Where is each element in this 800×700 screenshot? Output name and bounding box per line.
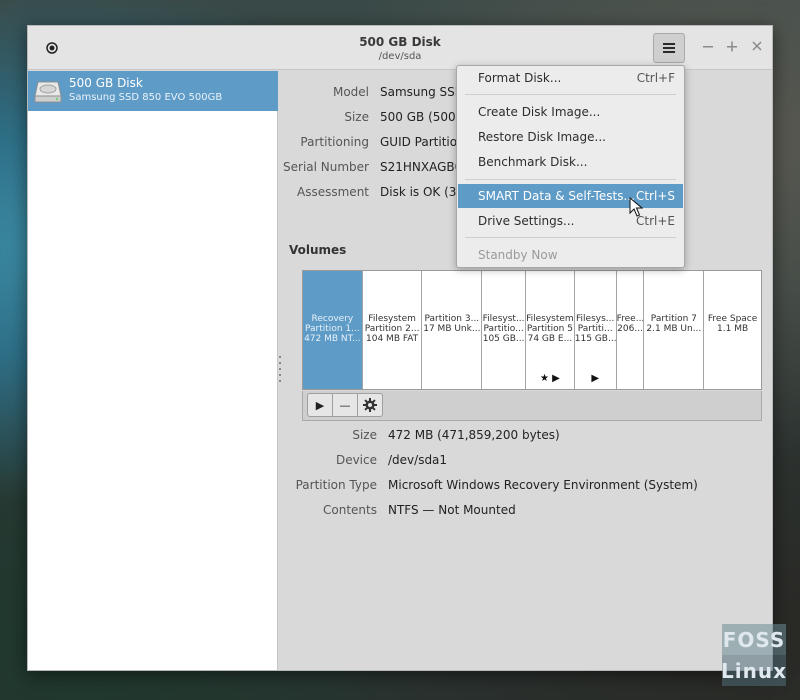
site-watermark-logo: FOSS Linux	[721, 624, 786, 686]
mount-button[interactable]: ▶	[307, 393, 333, 417]
minimize-icon	[703, 46, 713, 48]
watermark-line-2: Linux	[721, 655, 786, 686]
mouse-pointer-icon	[629, 197, 643, 217]
contents-value: NTFS — Not Mounted	[388, 503, 516, 517]
segment-line: 206...	[617, 324, 643, 334]
segment-line: Filesystem	[368, 314, 416, 324]
size-label: Size	[344, 110, 369, 124]
play-icon: ▶	[315, 398, 325, 412]
menu-item-label: Format Disk...	[478, 71, 562, 85]
segment-line: Free Space	[707, 314, 758, 324]
drive-menu-button[interactable]	[653, 33, 685, 63]
title-bar: 500 GB Disk /dev/sda	[28, 26, 772, 70]
segment-line: Partition 7	[650, 314, 697, 324]
delete-partition-button[interactable]: —	[332, 393, 358, 417]
segment-line: 105 GB...	[482, 334, 525, 344]
maximize-button[interactable]	[724, 38, 740, 56]
serial-number-label: Serial Number	[283, 160, 369, 174]
sidebar-disk-name: 500 GB Disk	[69, 76, 143, 90]
mounted-play-marks: ★ ▶	[539, 373, 560, 384]
menu-separator	[465, 237, 676, 238]
menu-item-benchmark-disk[interactable]: Benchmark Disk...	[458, 150, 683, 174]
volume-segment[interactable]: Free Space 1.1 MB	[704, 271, 761, 389]
menu-item-label: Standby Now	[478, 248, 558, 262]
menu-item-smart-data[interactable]: SMART Data & Self-Tests... Ctrl+S	[458, 184, 683, 208]
partition-type-value: Microsoft Windows Recovery Environment (…	[388, 478, 698, 492]
gear-icon	[363, 398, 377, 412]
segment-line: 1.1 MB	[717, 324, 749, 334]
assessment-value: Disk is OK (32	[380, 185, 465, 199]
segment-line: Partiti...	[577, 324, 613, 334]
menu-item-restore-disk-image[interactable]: Restore Disk Image...	[458, 125, 683, 149]
volume-segment[interactable]: Partition 3... 17 MB Unk...	[422, 271, 483, 389]
model-value: Samsung SSD	[380, 85, 465, 99]
partition-size-value: 472 MB (471,859,200 bytes)	[388, 428, 560, 442]
size-value: 500 GB (500,1	[380, 110, 468, 124]
menu-item-shortcut: Ctrl+F	[636, 71, 675, 85]
volume-segment[interactable]: Filesystem Partition 5 74 GB E... ★ ▶	[526, 271, 575, 389]
segment-line: Free...	[616, 314, 644, 324]
segment-line: Partition 5	[526, 324, 573, 334]
menu-item-label: Create Disk Image...	[478, 105, 601, 119]
partition-options-button[interactable]	[357, 393, 383, 417]
menu-separator	[465, 179, 676, 180]
segment-line: 74 GB E...	[527, 334, 573, 344]
watermark-line-1: FOSS	[722, 624, 786, 655]
disk-list-sidebar: 500 GB Disk Samsung SSD 850 EVO 500GB	[28, 71, 278, 670]
close-button[interactable]	[749, 38, 765, 56]
assessment-label: Assessment	[297, 185, 369, 199]
volumes-heading: Volumes	[289, 243, 347, 257]
volume-segment[interactable]: Filesystem Partition 2... 104 MB FAT	[363, 271, 423, 389]
close-icon	[752, 41, 762, 51]
serial-number-value: S21HNXAGB0	[380, 160, 463, 174]
minus-icon: —	[339, 398, 351, 412]
menu-item-create-disk-image[interactable]: Create Disk Image...	[458, 100, 683, 124]
sidebar-disk-model: Samsung SSD 850 EVO 500GB	[69, 92, 223, 103]
volume-segment[interactable]: Recovery Partition 1... 472 MB NT...	[303, 271, 363, 389]
menu-item-drive-settings[interactable]: Drive Settings... Ctrl+E	[458, 209, 683, 233]
volume-segment[interactable]: Free... 206...	[617, 271, 645, 389]
segment-line: 104 MB FAT	[366, 334, 419, 344]
volume-segment[interactable]: Partition 7 2.1 MB Un...	[644, 271, 705, 389]
sidebar-item-500gb-disk[interactable]: 500 GB Disk Samsung SSD 850 EVO 500GB	[28, 71, 278, 111]
segment-line: Partition 3...	[424, 314, 480, 324]
partition-size-label: Size	[352, 428, 377, 442]
menu-item-format-disk[interactable]: Format Disk... Ctrl+F	[458, 66, 683, 90]
volume-toolbar: ▶ —	[302, 391, 762, 421]
partition-type-label: Partition Type	[295, 478, 377, 492]
partitioning-label: Partitioning	[300, 135, 369, 149]
segment-line: 472 MB NT...	[304, 334, 361, 344]
menu-item-standby-now: Standby Now	[458, 243, 683, 267]
menu-item-label: SMART Data & Self-Tests...	[478, 189, 635, 203]
maximize-icon	[727, 41, 737, 52]
menu-item-label: Restore Disk Image...	[478, 130, 606, 144]
segment-line: Partition 2...	[364, 324, 420, 334]
segment-line: 115 GB...	[574, 334, 616, 344]
segment-line: Filesyst...	[482, 314, 525, 324]
segment-line: Partition 1...	[305, 324, 360, 334]
volumes-graph: Recovery Partition 1... 472 MB NT... Files…	[302, 270, 762, 390]
minimize-button[interactable]	[700, 38, 716, 56]
contents-label: Contents	[323, 503, 377, 517]
volume-segment[interactable]: Filesys... Partiti... 115 GB... ▶	[575, 271, 617, 389]
model-label: Model	[332, 85, 369, 99]
segment-line: Filesystem	[526, 314, 574, 324]
hard-disk-icon	[34, 81, 62, 103]
segment-line: Recovery	[311, 314, 354, 324]
segment-line: Partitio...	[483, 324, 524, 334]
device-value: /dev/sda1	[388, 453, 448, 467]
menu-item-label: Benchmark Disk...	[478, 155, 588, 169]
segment-line: 17 MB Unk...	[423, 324, 481, 334]
device-label: Device	[335, 453, 377, 467]
volume-segment[interactable]: Filesyst... Partitio... 105 GB...	[482, 271, 527, 389]
play-mark: ▶	[591, 373, 600, 384]
segment-line: 2.1 MB Un...	[646, 324, 702, 334]
segment-line: Filesys...	[576, 314, 615, 324]
drive-options-menu: Format Disk... Ctrl+F Create Disk Image.…	[456, 65, 685, 268]
menu-separator	[465, 94, 676, 95]
menu-item-label: Drive Settings...	[478, 214, 575, 228]
hamburger-icon	[663, 43, 675, 53]
partitioning-value: GUID Partition	[380, 135, 465, 149]
